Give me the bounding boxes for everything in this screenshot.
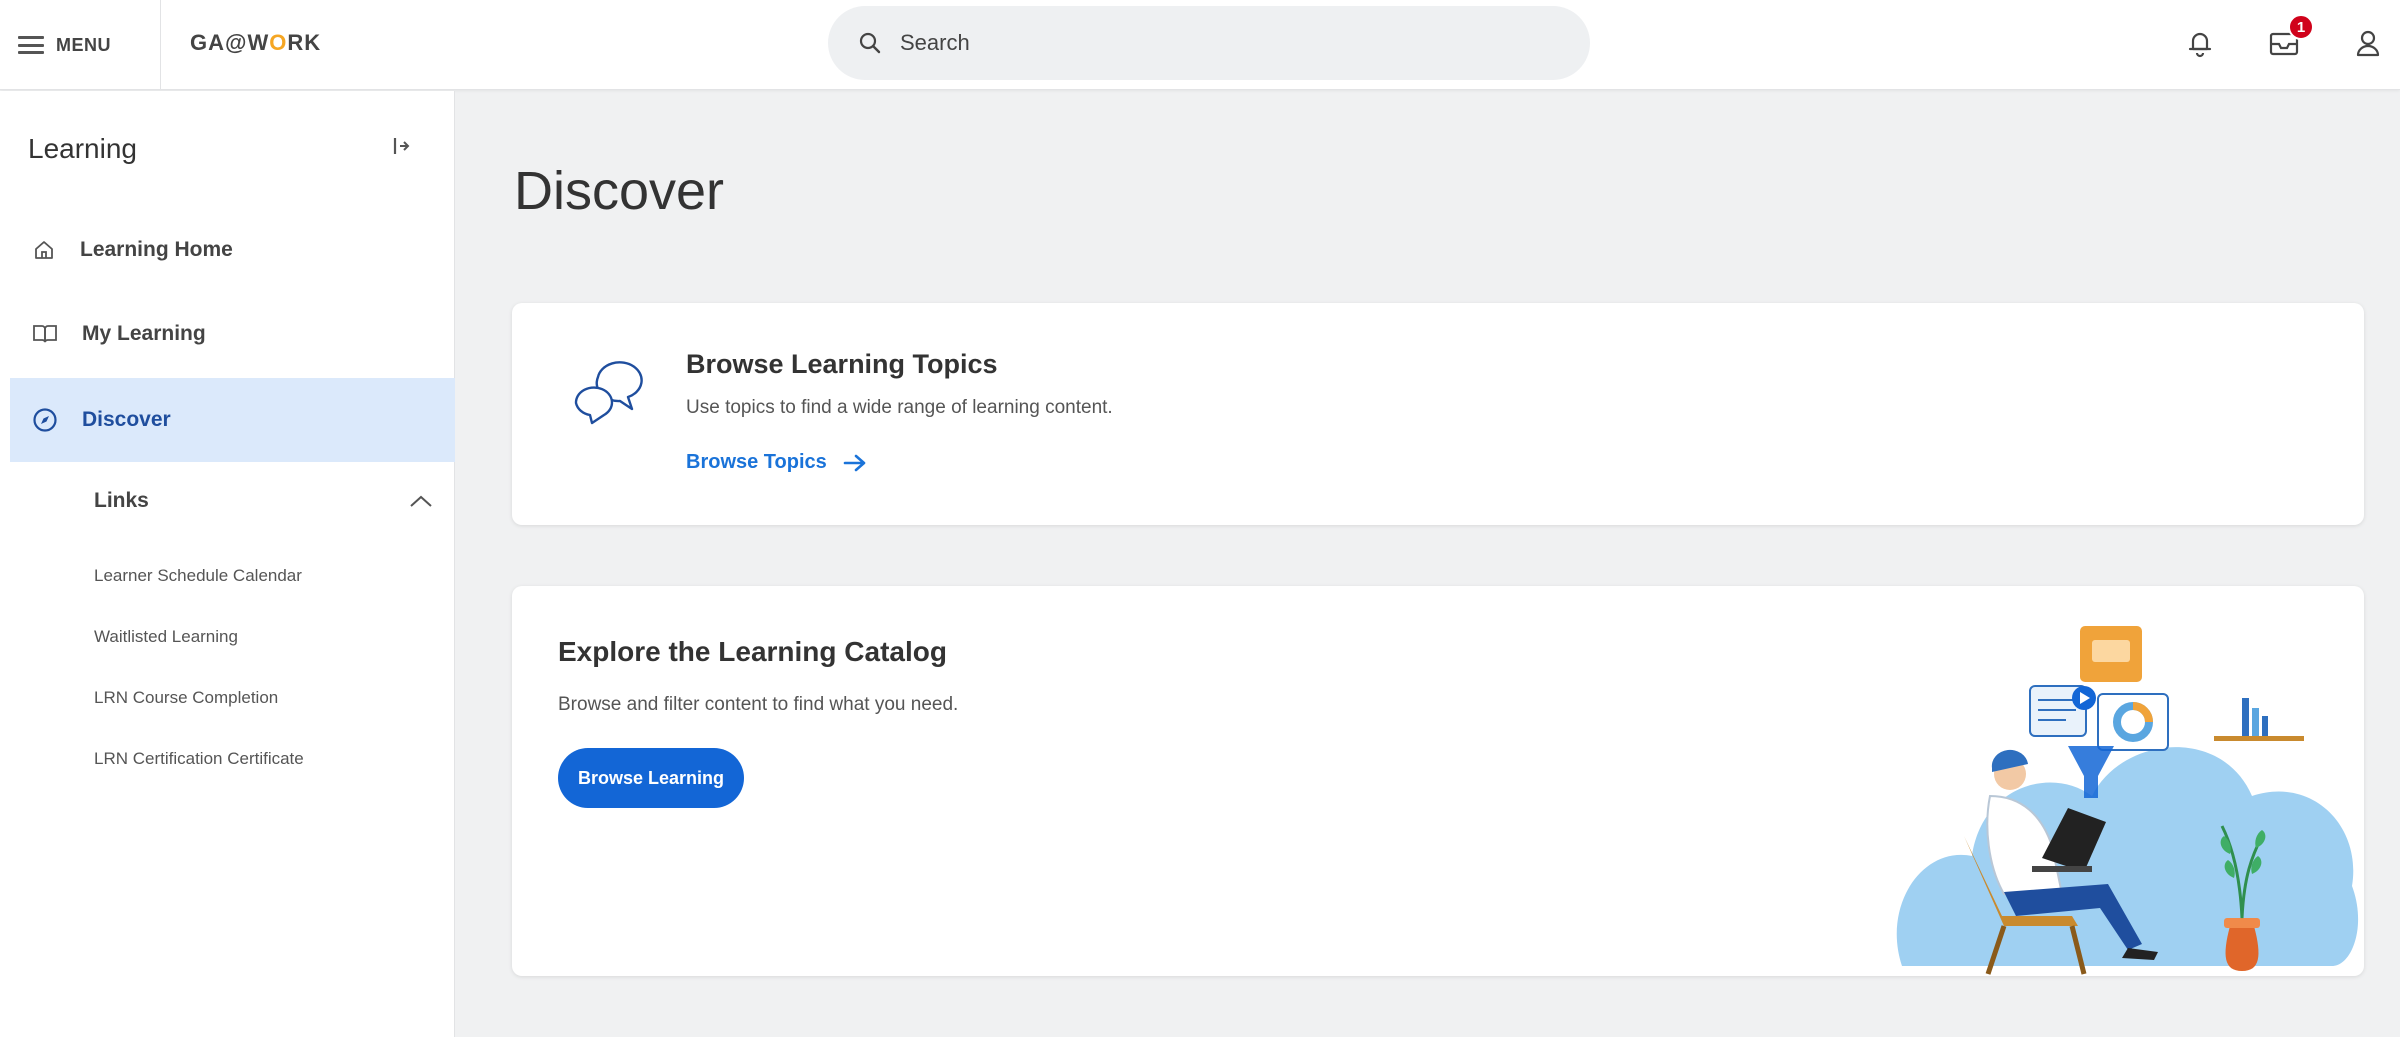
search-bar[interactable] <box>828 6 1590 80</box>
compass-icon <box>33 408 57 432</box>
learning-catalog-card: Explore the Learning Catalog Browse and … <box>512 586 2364 976</box>
page-title: Discover <box>514 161 725 221</box>
menu-label: MENU <box>56 34 111 55</box>
sidebar-item-discover[interactable]: Discover <box>10 378 455 462</box>
browse-learning-button[interactable]: Browse Learning <box>558 748 744 808</box>
link-learner-schedule-calendar[interactable]: Learner Schedule Calendar <box>94 566 302 586</box>
link-lrn-certification-certificate[interactable]: LRN Certification Certificate <box>94 749 304 769</box>
sidebar-item-label: My Learning <box>82 322 206 345</box>
notifications-bell-icon[interactable] <box>2186 28 2214 63</box>
book-icon <box>33 325 57 343</box>
user-profile-icon[interactable] <box>2354 28 2382 63</box>
card-description: Use topics to find a wide range of learn… <box>686 397 1113 418</box>
collapse-panel-icon[interactable] <box>392 135 410 162</box>
browse-topics-label: Browse Topics <box>686 451 827 473</box>
card-title: Explore the Learning Catalog <box>558 636 947 667</box>
inbox-badge: 1 <box>2288 14 2314 40</box>
sidebar-item-label: Learning Home <box>80 238 233 261</box>
top-bar: MENU GA@WORK 1 <box>0 0 2400 90</box>
sidebar-item-my-learning[interactable]: My Learning <box>10 292 455 376</box>
sidebar: Learning Learning Home My Learning Disco… <box>0 91 455 1037</box>
search-input[interactable] <box>900 30 1500 56</box>
card-description: Browse and filter content to find what y… <box>558 694 959 715</box>
sidebar-item-label: Discover <box>82 408 171 431</box>
search-icon <box>859 32 881 54</box>
sidebar-item-learning-home[interactable]: Learning Home <box>10 208 455 292</box>
hamburger-icon <box>18 36 44 54</box>
links-section-toggle[interactable]: Links <box>94 489 434 513</box>
home-icon <box>35 241 53 259</box>
menu-button[interactable]: MENU <box>18 30 111 60</box>
arrow-right-icon <box>843 454 866 471</box>
browse-topics-card: Browse Learning Topics Use topics to fin… <box>512 303 2364 525</box>
link-waitlisted-learning[interactable]: Waitlisted Learning <box>94 627 238 647</box>
person-learning-illustration <box>1896 626 2359 975</box>
inbox-icon[interactable]: 1 <box>2268 14 2314 63</box>
link-lrn-course-completion[interactable]: LRN Course Completion <box>94 688 278 708</box>
top-divider <box>160 0 161 90</box>
app-logo[interactable]: GA@WORK <box>190 30 321 56</box>
card-title: Browse Learning Topics <box>686 349 998 379</box>
browse-topics-link[interactable]: Browse Topics <box>686 451 867 474</box>
chat-bubbles-icon <box>568 355 648 440</box>
links-section-title: Links <box>94 489 149 512</box>
chevron-up-icon <box>410 495 432 507</box>
sidebar-title: Learning <box>28 133 137 164</box>
